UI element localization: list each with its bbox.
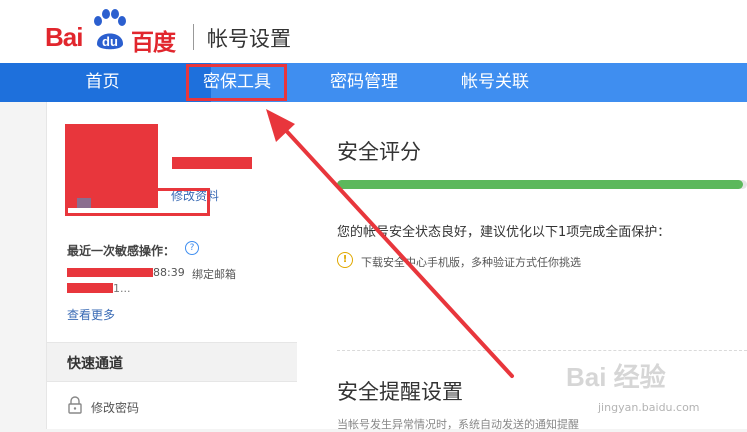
download-app-tip[interactable]: 下载安全中心手机版，多种验证方式任你挑选	[361, 254, 581, 270]
annotation-highlight-box	[65, 188, 210, 216]
security-score-title: 安全评分	[337, 140, 421, 164]
paw-icon: du	[89, 8, 129, 52]
lock-icon	[68, 396, 82, 414]
nav-tab-home[interactable]: 首页	[0, 63, 211, 102]
nav-tab-account-linking[interactable]: 帐号关联	[461, 63, 529, 102]
view-more-link[interactable]: 查看更多	[67, 306, 115, 323]
watermark-logo: Bai 经验	[566, 362, 666, 392]
annotation-highlight-box	[186, 64, 287, 101]
redaction-block	[67, 268, 153, 277]
security-alert-description: 当帐号发生异常情况时，系统自动发送的通知提醒	[337, 418, 579, 431]
watermark: Bai 经验 jingyan.baidu.com	[566, 357, 741, 425]
help-icon[interactable]: ?	[185, 241, 199, 255]
nav-tab-password-management[interactable]: 密码管理	[330, 63, 398, 102]
watermark-url: jingyan.baidu.com	[598, 401, 700, 414]
recent-operation-time: 88:39	[153, 266, 185, 279]
page-title: 帐号设置	[207, 27, 291, 51]
logo-text-bai: Bai	[45, 22, 83, 52]
recent-operation-extra: 1...	[113, 282, 131, 295]
redaction-block	[67, 283, 113, 293]
redaction-block	[172, 157, 252, 169]
security-score-progress	[337, 180, 747, 189]
security-score-progress-fill	[337, 180, 743, 189]
recent-operation-action: 绑定邮箱	[192, 268, 236, 281]
header-divider	[193, 24, 194, 50]
nav-tab-home-label: 首页	[85, 72, 120, 92]
security-alert-title: 安全提醒设置	[337, 380, 463, 404]
recent-operation-title: 最近一次敏感操作：	[67, 244, 176, 258]
header: Bai du 百度 帐号设置	[0, 0, 747, 63]
security-status-text: 您的帐号安全状态良好，建议优化以下1项完成全面保护：	[337, 225, 671, 240]
profile-panel: 修改资料 最近一次敏感操作： ? 88:39 绑定邮箱 1... 查看更多 快速…	[46, 102, 298, 429]
warning-icon: !	[337, 252, 353, 268]
quick-access-header: 快速通道	[47, 342, 297, 382]
change-password-link[interactable]: 修改密码	[91, 399, 139, 416]
baidu-logo[interactable]: Bai du 百度	[45, 6, 185, 56]
main-nav: 首页 密保工具 密码管理 帐号关联	[0, 63, 747, 102]
quick-access-title: 快速通道	[67, 356, 123, 372]
section-divider	[337, 350, 747, 351]
logo-text-du: du	[102, 34, 118, 49]
logo-text-cn: 百度	[131, 30, 176, 56]
